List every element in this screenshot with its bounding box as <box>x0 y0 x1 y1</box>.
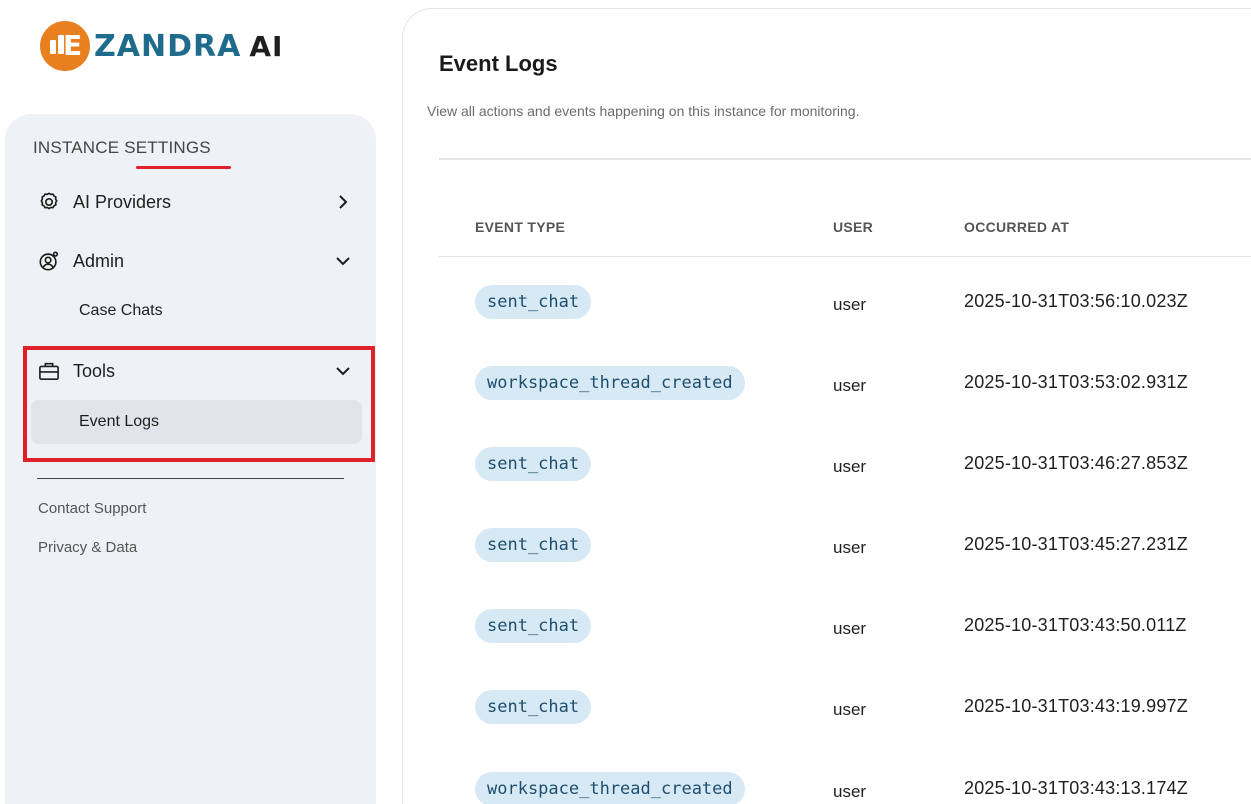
table-row[interactable]: sent_chat user 2025-10-31T03:46:27.853Z <box>403 445 1251 485</box>
app-logo: E ZANDRA AI <box>40 12 282 80</box>
user-cell: user <box>833 782 867 801</box>
table-row[interactable]: workspace_thread_created user 2025-10-31… <box>403 770 1251 804</box>
chevron-right-icon <box>333 192 353 212</box>
page-title: Event Logs <box>439 51 558 76</box>
contact-support-link[interactable]: Contact Support <box>38 500 146 517</box>
occurred-at-cell: 2025-10-31T03:46:27.853Z <box>964 453 1188 473</box>
table-row[interactable]: workspace_thread_created user 2025-10-31… <box>403 364 1251 404</box>
user-cell: user <box>833 619 867 638</box>
logo-brand-text: ZANDRA <box>94 28 242 64</box>
user-cell: user <box>833 538 867 557</box>
occurred-at-cell: 2025-10-31T03:53:02.931Z <box>964 372 1188 392</box>
event-type-badge: sent_chat <box>475 690 592 724</box>
event-type-badge: sent_chat <box>475 447 592 481</box>
sidebar-item-ai-providers[interactable]: AI Providers <box>27 182 357 222</box>
sidebar-divider <box>37 478 344 479</box>
occurred-at-cell: 2025-10-31T03:43:50.011Z <box>964 615 1187 635</box>
sidebar-item-admin[interactable]: Admin <box>27 241 357 281</box>
privacy-data-link[interactable]: Privacy & Data <box>38 539 137 556</box>
occurred-at-cell: 2025-10-31T03:43:19.997Z <box>964 696 1188 716</box>
sidebar-subitem-case-chats[interactable]: Case Chats <box>31 289 361 333</box>
gear-icon <box>37 190 61 214</box>
user-gear-icon <box>37 249 61 273</box>
column-header-event-type: EVENT TYPE <box>475 219 566 235</box>
column-header-user: USER <box>833 219 874 235</box>
sidebar-item-label: Admin <box>73 250 125 271</box>
column-header-occurred-at: OCCURRED AT <box>964 219 1070 235</box>
table-header-divider <box>439 256 1251 257</box>
table-row[interactable]: sent_chat user 2025-10-31T03:43:50.011Z <box>403 607 1251 647</box>
table-row[interactable]: sent_chat user 2025-10-31T03:56:10.023Z <box>403 283 1251 323</box>
table-row[interactable]: sent_chat user 2025-10-31T03:43:19.997Z <box>403 688 1251 728</box>
logo-mark-icon: E <box>40 21 90 71</box>
sidebar-item-label: AI Providers <box>73 191 172 212</box>
red-underline-annotation <box>136 166 231 169</box>
chevron-down-icon <box>333 251 353 271</box>
page-description: View all actions and events happening on… <box>427 103 860 119</box>
red-highlight-annotation <box>23 346 375 462</box>
user-cell: user <box>833 295 867 314</box>
header-divider <box>439 158 1251 160</box>
event-type-badge: sent_chat <box>475 285 592 319</box>
occurred-at-cell: 2025-10-31T03:45:27.231Z <box>964 534 1188 554</box>
event-type-badge: workspace_thread_created <box>475 366 745 400</box>
event-type-badge: sent_chat <box>475 528 592 562</box>
table-row[interactable]: sent_chat user 2025-10-31T03:45:27.231Z <box>403 526 1251 566</box>
user-cell: user <box>833 376 867 395</box>
user-cell: user <box>833 700 867 719</box>
event-type-badge: workspace_thread_created <box>475 772 745 804</box>
section-title: INSTANCE SETTINGS <box>33 138 211 157</box>
logo-suffix-text: AI <box>249 29 284 63</box>
user-cell: user <box>833 457 867 476</box>
sidebar: INSTANCE SETTINGS AI Providers Admin Cas… <box>5 114 376 804</box>
event-type-badge: sent_chat <box>475 609 592 643</box>
occurred-at-cell: 2025-10-31T03:43:13.174Z <box>964 778 1188 798</box>
main-panel: Event Logs View all actions and events h… <box>402 8 1251 804</box>
occurred-at-cell: 2025-10-31T03:56:10.023Z <box>964 291 1188 311</box>
